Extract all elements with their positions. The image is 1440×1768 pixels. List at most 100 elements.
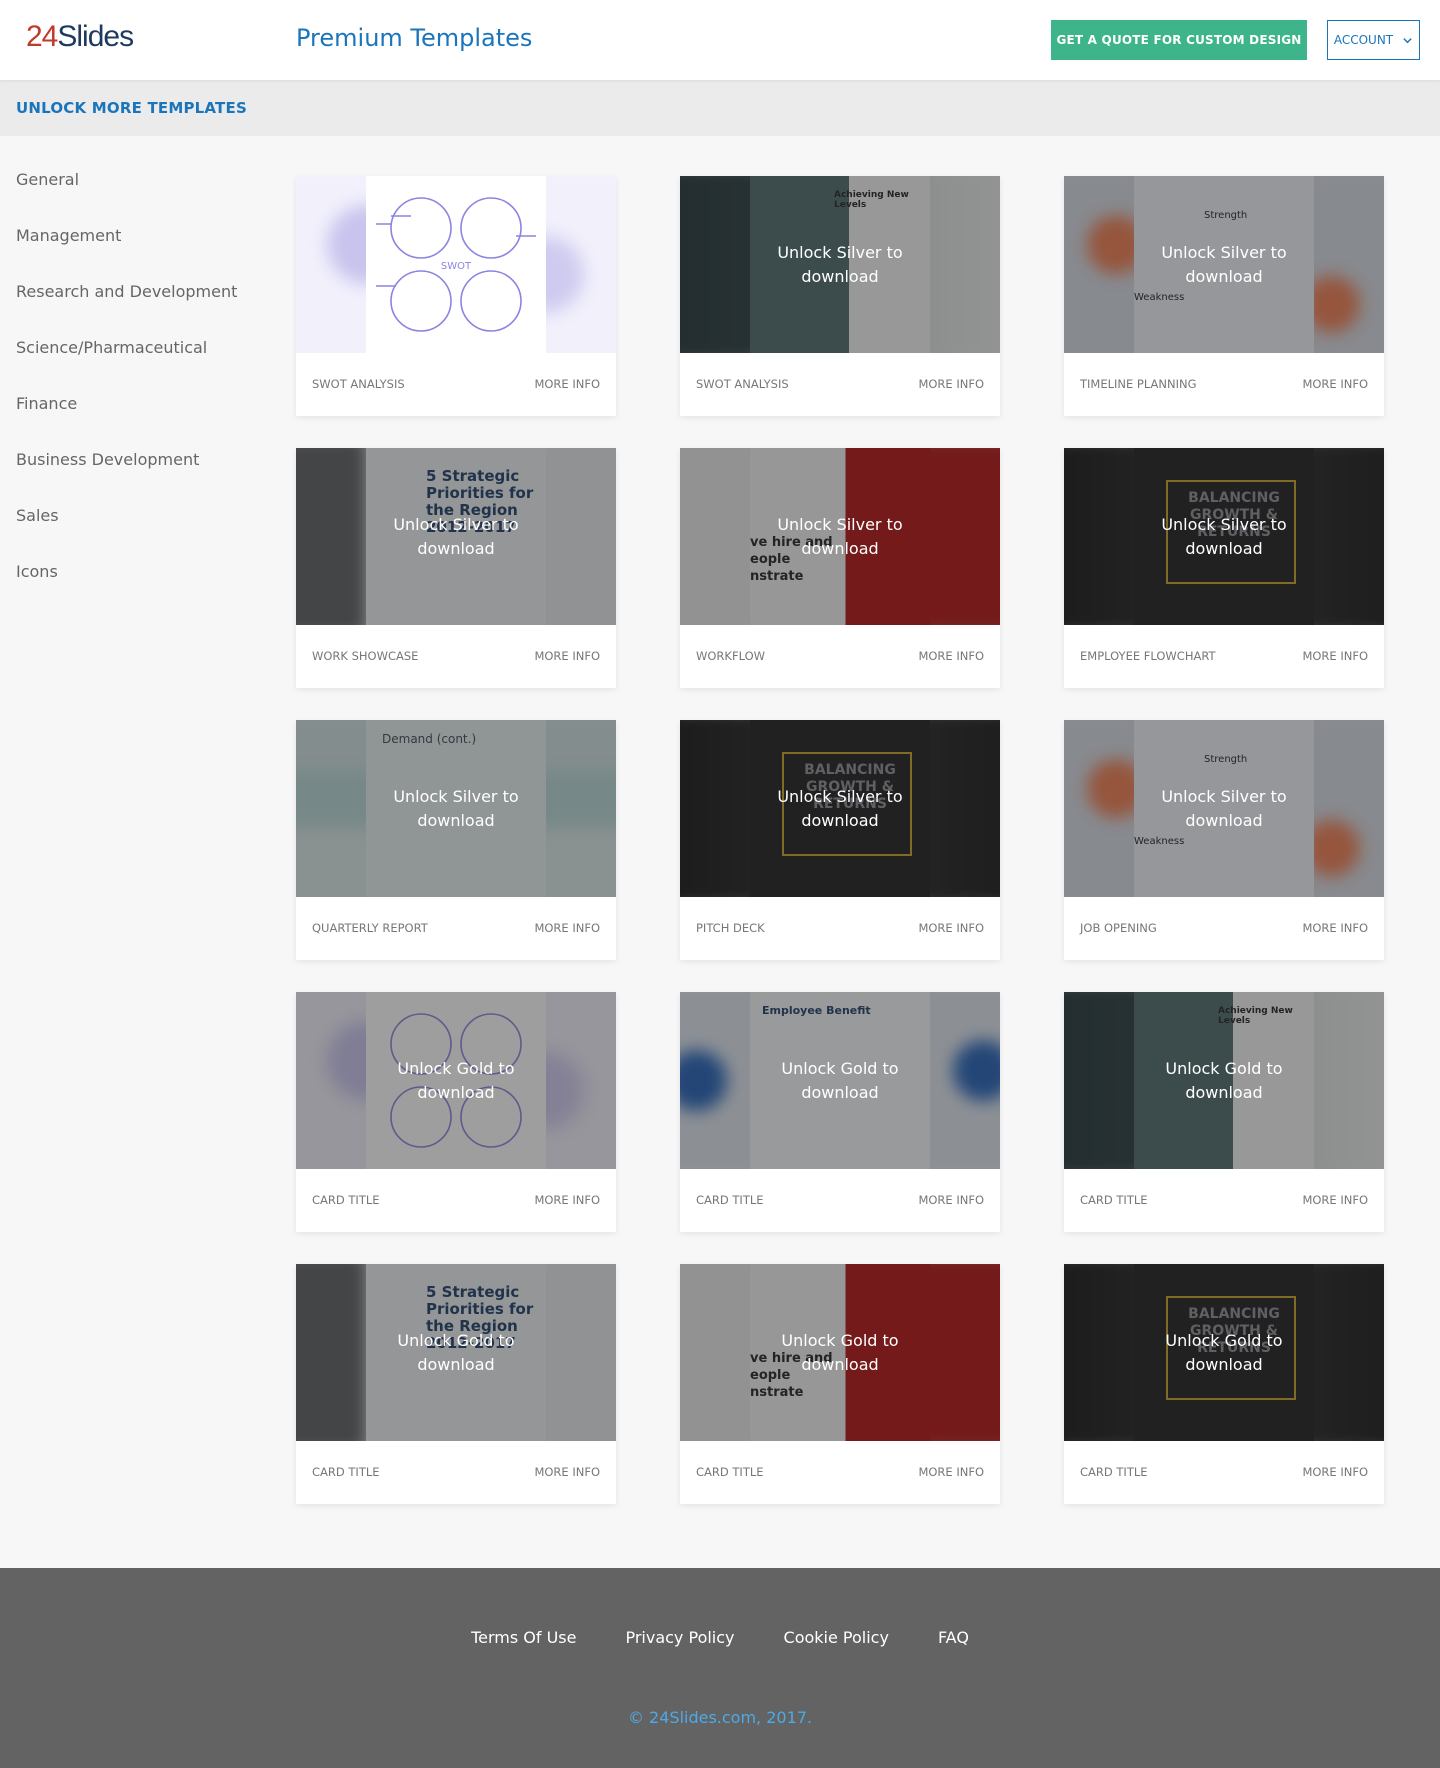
template-card[interactable]: Employee Benefit Unlock Gold to download… xyxy=(680,992,1000,1232)
template-card[interactable]: SWOT SWOT ANALYSIS MORE INFO xyxy=(296,176,616,416)
template-card[interactable]: 5 Strategic Priorities for the Region 20… xyxy=(296,448,616,688)
card-title: WORKFLOW xyxy=(696,649,765,663)
card-footer: CARD TITLE MORE INFO xyxy=(680,1441,1000,1504)
unlock-overlay-text: Unlock Silver to download xyxy=(777,514,903,558)
more-info-link[interactable]: MORE INFO xyxy=(1302,649,1368,663)
card-thumbnail[interactable]: Strength Weakness Unlock Silver to downl… xyxy=(1064,720,1384,897)
quote-button[interactable]: GET A QUOTE FOR CUSTOM DESIGN xyxy=(1051,20,1307,60)
card-title: CARD TITLE xyxy=(1080,1193,1148,1207)
unlock-overlay-text: Unlock Gold to download xyxy=(781,1330,899,1374)
card-footer: CARD TITLE MORE INFO xyxy=(1064,1441,1384,1504)
card-thumbnail[interactable]: ve hire and eople nstrate Unlock Gold to… xyxy=(680,1264,1000,1441)
sidebar-item-research[interactable]: Research and Development xyxy=(16,272,266,328)
template-card[interactable]: ve hire and eople nstrate Unlock Gold to… xyxy=(680,1264,1000,1504)
card-thumbnail[interactable]: ve hire and eople nstrate Unlock Silver … xyxy=(680,448,1000,625)
card-thumbnail[interactable]: Demand (cont.) Unlock Silver to download xyxy=(296,720,616,897)
card-thumbnail[interactable]: BALANCING GROWTH & RETURNS Unlock Gold t… xyxy=(1064,1264,1384,1441)
more-info-link[interactable]: MORE INFO xyxy=(1302,921,1368,935)
sidebar-item-finance[interactable]: Finance xyxy=(16,384,266,440)
more-info-link[interactable]: MORE INFO xyxy=(534,377,600,391)
page-footer: Terms Of Use Privacy Policy Cookie Polic… xyxy=(0,1568,1440,1768)
unlock-overlay-text: Unlock Gold to download xyxy=(397,1058,515,1102)
more-info-link[interactable]: MORE INFO xyxy=(918,921,984,935)
card-thumbnail[interactable]: 5 Strategic Priorities for the Region 20… xyxy=(296,448,616,625)
logo-number: 24 xyxy=(26,20,58,53)
card-thumbnail[interactable]: BALANCING GROWTH & RETURNS Unlock Silver… xyxy=(1064,448,1384,625)
card-footer: SWOT ANALYSIS MORE INFO xyxy=(296,353,616,416)
card-footer: PITCH DECK MORE INFO xyxy=(680,897,1000,960)
unlock-overlay-text xyxy=(296,176,616,353)
card-thumbnail[interactable]: BALANCING GROWTH & RETURNS Unlock Silver… xyxy=(680,720,1000,897)
account-button[interactable]: ACCOUNT xyxy=(1327,20,1420,60)
more-info-link[interactable]: MORE INFO xyxy=(918,1193,984,1207)
card-thumbnail[interactable]: 5 Strategic Priorities for the Region 20… xyxy=(296,1264,616,1441)
logo[interactable]: 24Slides xyxy=(26,20,134,54)
more-info-link[interactable]: MORE INFO xyxy=(1302,1465,1368,1479)
card-footer: CARD TITLE MORE INFO xyxy=(1064,1169,1384,1232)
template-card[interactable]: BALANCING GROWTH & RETURNS Unlock Gold t… xyxy=(1064,1264,1384,1504)
unlock-overlay-text: Unlock Gold to download xyxy=(1165,1058,1283,1102)
card-title: WORK SHOWCASE xyxy=(312,649,419,663)
card-thumbnail[interactable]: Achieving New Levels Unlock Gold to down… xyxy=(1064,992,1384,1169)
card-title: CARD TITLE xyxy=(312,1465,380,1479)
card-thumbnail[interactable]: Strength Weakness Unlock Silver to downl… xyxy=(1064,176,1384,353)
faq-link[interactable]: FAQ xyxy=(938,1628,969,1647)
more-info-link[interactable]: MORE INFO xyxy=(534,921,600,935)
card-thumbnail[interactable]: SWOT xyxy=(296,176,616,353)
card-title: CARD TITLE xyxy=(696,1193,764,1207)
template-card[interactable]: Achieving New Levels Unlock Silver to do… xyxy=(680,176,1000,416)
card-footer: JOB OPENING MORE INFO xyxy=(1064,897,1384,960)
sidebar-item-sales[interactable]: Sales xyxy=(16,496,266,552)
page-title: Premium Templates xyxy=(296,24,533,52)
template-card[interactable]: Unlock Gold to download CARD TITLE MORE … xyxy=(296,992,616,1232)
card-title: CARD TITLE xyxy=(312,1193,380,1207)
more-info-link[interactable]: MORE INFO xyxy=(534,649,600,663)
sidebar-item-science[interactable]: Science/Pharmaceutical xyxy=(16,328,266,384)
template-card[interactable]: Achieving New Levels Unlock Gold to down… xyxy=(1064,992,1384,1232)
template-card[interactable]: Strength Weakness Unlock Silver to downl… xyxy=(1064,720,1384,960)
cookie-policy-link[interactable]: Cookie Policy xyxy=(784,1628,889,1647)
more-info-link[interactable]: MORE INFO xyxy=(918,377,984,391)
terms-of-use-link[interactable]: Terms Of Use xyxy=(471,1628,576,1647)
card-title: JOB OPENING xyxy=(1080,921,1157,935)
unlock-overlay-text: Unlock Gold to download xyxy=(397,1330,515,1374)
unlock-overlay-text: Unlock Gold to download xyxy=(781,1058,899,1102)
sidebar-item-business-development[interactable]: Business Development xyxy=(16,440,266,496)
copyright: © 24Slides.com, 2017. xyxy=(627,1708,813,1727)
card-thumbnail[interactable]: Employee Benefit Unlock Gold to download xyxy=(680,992,1000,1169)
unlock-more-link[interactable]: UNLOCK MORE TEMPLATES xyxy=(16,99,247,117)
more-info-link[interactable]: MORE INFO xyxy=(1302,377,1368,391)
sidebar-item-management[interactable]: Management xyxy=(16,216,266,272)
sidebar-item-icons[interactable]: Icons xyxy=(16,552,266,608)
card-footer: EMPLOYEE FLOWCHART MORE INFO xyxy=(1064,625,1384,688)
template-card[interactable]: Strength Weakness Unlock Silver to downl… xyxy=(1064,176,1384,416)
more-info-link[interactable]: MORE INFO xyxy=(534,1465,600,1479)
privacy-policy-link[interactable]: Privacy Policy xyxy=(625,1628,734,1647)
card-footer: WORKFLOW MORE INFO xyxy=(680,625,1000,688)
template-card[interactable]: Demand (cont.) Unlock Silver to download… xyxy=(296,720,616,960)
unlock-overlay-text: Unlock Silver to download xyxy=(777,786,903,830)
card-title: SWOT ANALYSIS xyxy=(696,377,789,391)
footer-links: Terms Of Use Privacy Policy Cookie Polic… xyxy=(0,1628,1440,1647)
template-card[interactable]: BALANCING GROWTH & RETURNS Unlock Silver… xyxy=(1064,448,1384,688)
template-card[interactable]: 5 Strategic Priorities for the Region 20… xyxy=(296,1264,616,1504)
card-footer: SWOT ANALYSIS MORE INFO xyxy=(680,353,1000,416)
template-card[interactable]: ve hire and eople nstrate Unlock Silver … xyxy=(680,448,1000,688)
card-footer: TIMELINE PLANNING MORE INFO xyxy=(1064,353,1384,416)
template-card[interactable]: BALANCING GROWTH & RETURNS Unlock Silver… xyxy=(680,720,1000,960)
more-info-link[interactable]: MORE INFO xyxy=(918,649,984,663)
more-info-link[interactable]: MORE INFO xyxy=(534,1193,600,1207)
card-thumbnail[interactable]: Unlock Gold to download xyxy=(296,992,616,1169)
card-title: QUARTERLY REPORT xyxy=(312,921,428,935)
unlock-overlay-text: Unlock Silver to download xyxy=(1161,786,1287,830)
logo-word: Slides xyxy=(57,20,134,53)
more-info-link[interactable]: MORE INFO xyxy=(1302,1193,1368,1207)
card-footer: WORK SHOWCASE MORE INFO xyxy=(296,625,616,688)
top-header: 24Slides Premium Templates GET A QUOTE F… xyxy=(0,0,1440,80)
sidebar-item-general[interactable]: General xyxy=(16,160,266,216)
card-thumbnail[interactable]: Achieving New Levels Unlock Silver to do… xyxy=(680,176,1000,353)
more-info-link[interactable]: MORE INFO xyxy=(918,1465,984,1479)
card-title: EMPLOYEE FLOWCHART xyxy=(1080,649,1216,663)
card-footer: CARD TITLE MORE INFO xyxy=(296,1169,616,1232)
card-title: SWOT ANALYSIS xyxy=(312,377,405,391)
